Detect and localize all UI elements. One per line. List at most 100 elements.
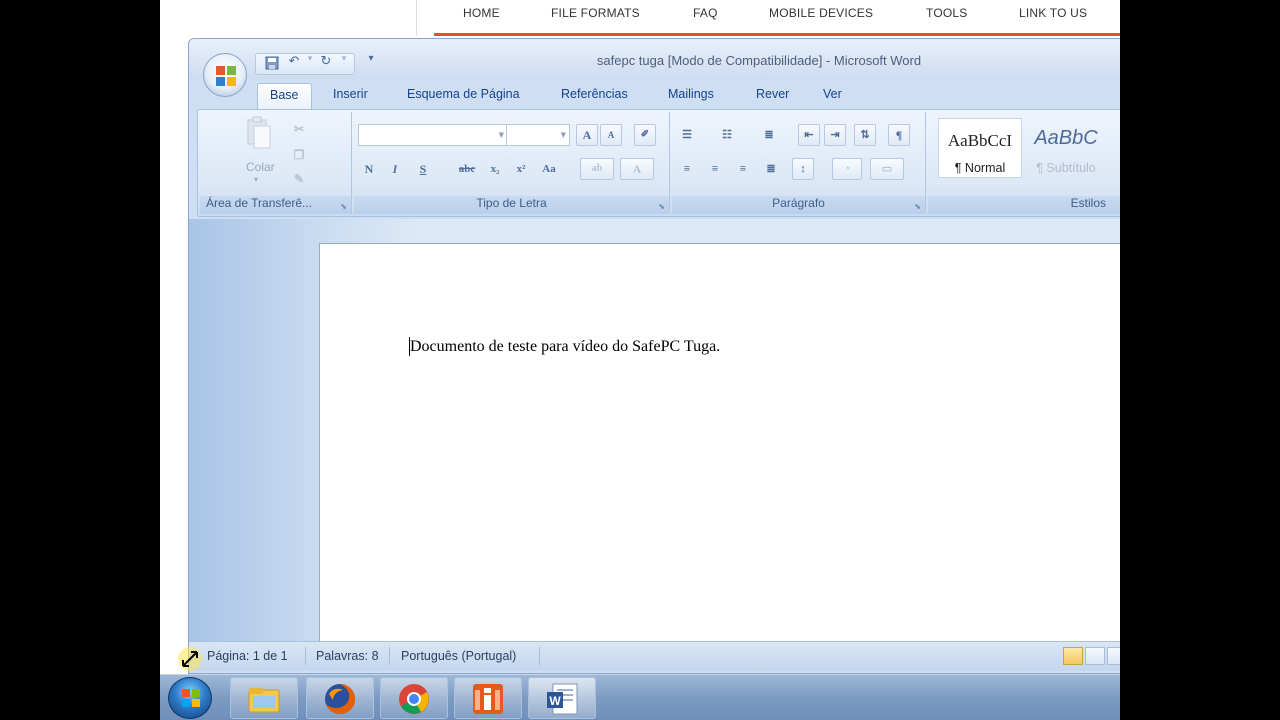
font-name-combo[interactable]: ▼ <box>358 124 508 146</box>
taskbar: W <box>160 674 1120 720</box>
clear-formatting-icon[interactable]: ✐ <box>634 124 656 146</box>
shading-icon[interactable]: ◔ <box>832 158 862 180</box>
paste-label[interactable]: Colar <box>246 160 275 174</box>
italic-button[interactable]: I <box>384 158 406 180</box>
font-group: ▼ ▼ A A ✐ N I S abc x₂ x² Aa ab A Tipo d… <box>354 112 670 214</box>
style-subtitle[interactable]: AaBbC ¶ Subtítulo <box>1024 118 1108 178</box>
quick-access-toolbar: ↶ ▾ ↻ ▾ <box>255 53 355 75</box>
full-screen-view-icon[interactable] <box>1085 647 1105 665</box>
font-color-icon[interactable]: A <box>620 158 654 180</box>
document-area: Documento de teste para vídeo do SafePC … <box>189 219 1120 663</box>
tab-mailings[interactable]: Mailings <box>668 87 714 101</box>
firefox-icon <box>325 683 356 714</box>
redo-icon[interactable]: ↻ <box>316 54 336 72</box>
style-subtitle-name: ¶ Subtítulo <box>1036 161 1096 175</box>
font-size-combo[interactable]: ▼ <box>506 124 570 146</box>
underline-button[interactable]: S <box>412 158 434 180</box>
style-normal-name: ¶ Normal <box>954 161 1006 175</box>
justify-icon[interactable]: ≣ <box>760 158 782 180</box>
strikethrough-button[interactable]: abc <box>452 158 482 180</box>
web-layout-view-icon[interactable] <box>1107 647 1120 665</box>
tab-base[interactable]: Base <box>257 83 312 110</box>
taskbar-info-app[interactable] <box>454 677 522 719</box>
ribbon: Colar ▾ ✂ ❐ ✎ Área de Transferê... ⬊ ▼ ▼… <box>197 109 1120 217</box>
nav-tools[interactable]: TOOLS <box>926 6 967 20</box>
start-button[interactable] <box>168 677 212 719</box>
highlight-icon[interactable]: ab <box>580 158 614 180</box>
nav-divider <box>416 0 417 36</box>
nav-home[interactable]: HOME <box>463 6 500 20</box>
screen: HOME FILE FORMATS FAQ MOBILE DEVICES TOO… <box>160 0 1120 720</box>
format-painter-icon[interactable]: ✎ <box>288 168 310 190</box>
paste-icon[interactable] <box>244 116 274 152</box>
sort-icon[interactable]: ⇅ <box>854 124 876 146</box>
grow-font-button[interactable]: A <box>576 124 598 146</box>
status-bar: Página: 1 de 1 Palavras: 8 Português (Po… <box>189 641 1120 671</box>
font-launcher-icon[interactable]: ⬊ <box>658 202 665 211</box>
status-separator <box>539 647 540 665</box>
shrink-font-button[interactable]: A <box>600 124 622 146</box>
bullets-icon[interactable]: ☰ <box>676 124 698 146</box>
numbering-icon[interactable]: ☷ <box>716 124 738 146</box>
windows-logo-icon <box>182 689 200 707</box>
paragraph-group: ☰ ☷ ≣ ⇤ ⇥ ⇅ ¶ ≡ ≡ ≡ ≣ ↕ ◔ ▭ Parágrafo ⬊ <box>672 112 926 214</box>
window-title: safepc tuga [Modo de Compatibilidade] - … <box>596 53 922 68</box>
app-icon <box>473 684 503 714</box>
align-right-icon[interactable]: ≡ <box>732 158 754 180</box>
align-left-icon[interactable]: ≡ <box>676 158 698 180</box>
status-language[interactable]: Português (Portugal) <box>401 649 516 663</box>
word-icon: W <box>547 683 578 715</box>
decrease-indent-icon[interactable]: ⇤ <box>798 124 820 146</box>
style-normal[interactable]: AaBbCcI ¶ Normal <box>938 118 1022 178</box>
office-logo-icon <box>216 66 236 86</box>
line-spacing-icon[interactable]: ↕ <box>792 158 814 180</box>
paragraph-group-label: Parágrafo <box>672 196 925 214</box>
superscript-button[interactable]: x² <box>510 158 532 180</box>
redo-dropdown-icon[interactable]: ▾ <box>334 54 354 72</box>
styles-group-label: Estilos <box>928 196 1120 214</box>
nav-accent-bar <box>434 33 1120 36</box>
tab-referencias[interactable]: Referências <box>561 87 628 101</box>
ribbon-tabs: Base Inserir Esquema de Página Referênci… <box>189 79 1120 110</box>
status-page[interactable]: Página: 1 de 1 <box>207 649 288 663</box>
tab-inserir[interactable]: Inserir <box>333 87 368 101</box>
show-marks-button[interactable]: ¶ <box>888 124 910 146</box>
cut-icon[interactable]: ✂ <box>288 118 310 140</box>
taskbar-firefox[interactable] <box>306 677 374 719</box>
nav-file-formats[interactable]: FILE FORMATS <box>551 6 640 20</box>
taskbar-chrome[interactable] <box>380 677 448 719</box>
subscript-button[interactable]: x₂ <box>484 158 506 180</box>
paste-dropdown-icon[interactable]: ▾ <box>254 175 258 184</box>
website-nav: HOME FILE FORMATS FAQ MOBILE DEVICES TOO… <box>160 0 1120 38</box>
tab-rever[interactable]: Rever <box>756 87 789 101</box>
increase-indent-icon[interactable]: ⇥ <box>824 124 846 146</box>
status-separator <box>389 647 390 665</box>
copy-icon[interactable]: ❐ <box>288 144 310 166</box>
explorer-icon <box>248 688 280 713</box>
customize-qat-icon[interactable]: ▾ <box>361 53 381 71</box>
borders-icon[interactable]: ▭ <box>870 158 904 180</box>
change-case-button[interactable]: Aa <box>538 158 560 180</box>
office-button[interactable] <box>203 53 247 97</box>
tab-ver[interactable]: Ver <box>823 87 842 101</box>
document-page[interactable]: Documento de teste para vídeo do SafePC … <box>319 243 1120 663</box>
taskbar-explorer[interactable] <box>230 677 298 719</box>
nav-faq[interactable]: FAQ <box>693 6 718 20</box>
taskbar-word[interactable]: W <box>528 677 596 719</box>
nav-mobile-devices[interactable]: MOBILE DEVICES <box>769 6 873 20</box>
document-text[interactable]: Documento de teste para vídeo do SafePC … <box>410 338 720 356</box>
style-subtitle-preview: AaBbC <box>1034 127 1098 149</box>
align-center-icon[interactable]: ≡ <box>704 158 726 180</box>
title-bar: ↶ ▾ ↻ ▾ ▾ safepc tuga [Modo de Compatibi… <box>189 39 1120 79</box>
print-layout-view-icon[interactable] <box>1063 647 1083 665</box>
multilevel-list-icon[interactable]: ≣ <box>758 124 780 146</box>
clipboard-launcher-icon[interactable]: ⬊ <box>340 202 347 211</box>
status-words[interactable]: Palavras: 8 <box>316 649 379 663</box>
status-separator <box>305 647 306 665</box>
paragraph-launcher-icon[interactable]: ⬊ <box>914 202 921 211</box>
chrome-icon <box>399 684 429 714</box>
tab-esquema-de-pagina[interactable]: Esquema de Página <box>407 87 520 101</box>
nav-link-to-us[interactable]: LINK TO US <box>1019 6 1087 20</box>
bold-button[interactable]: N <box>358 158 380 180</box>
save-icon[interactable] <box>262 55 282 73</box>
